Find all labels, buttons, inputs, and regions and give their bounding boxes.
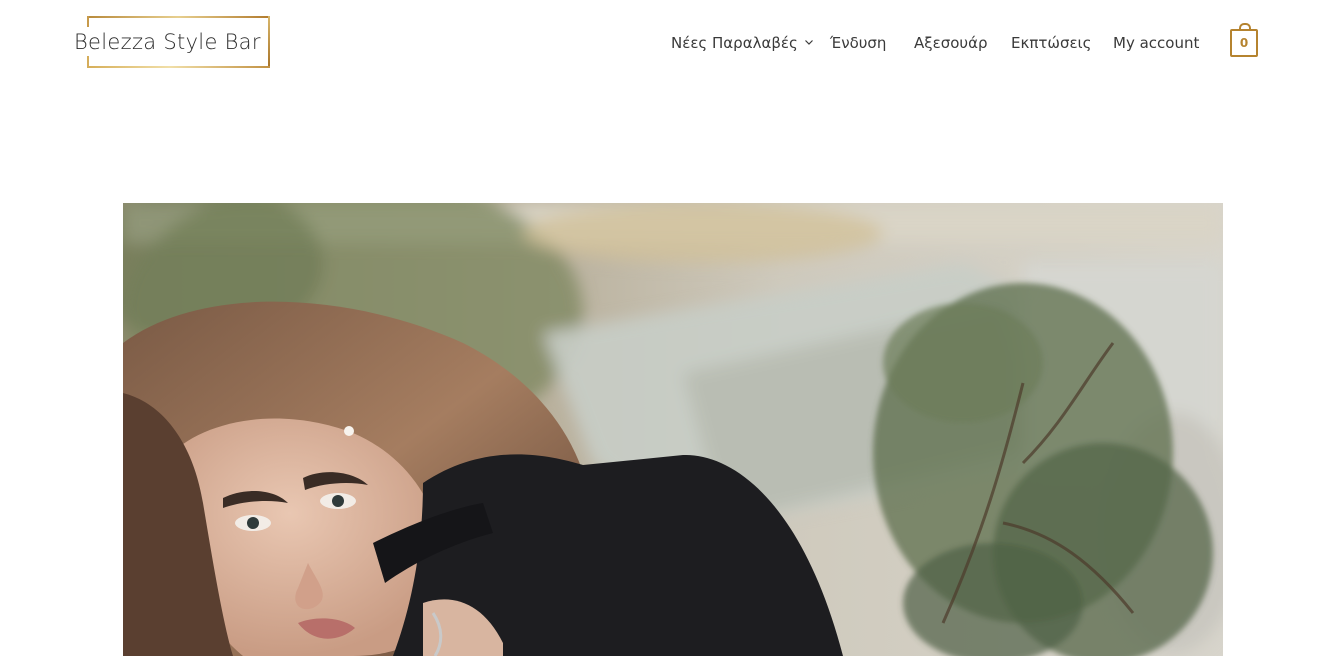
nav-item-label: My account [1113, 34, 1200, 52]
nav-item-label: Αξεσουάρ [914, 34, 988, 52]
primary-navigation: Νέες Παραλαβές Ένδυση Αξεσουάρ Εκπτώσεις… [0, 30, 1337, 56]
chevron-down-icon [804, 40, 813, 45]
nav-item-accessories[interactable]: Αξεσουάρ [914, 30, 988, 56]
nav-item-new-arrivals[interactable]: Νέες Παραλαβές [671, 30, 814, 56]
nav-item-label: Εκπτώσεις [1011, 34, 1092, 52]
logo-frame [87, 16, 89, 27]
logo-frame [87, 56, 89, 68]
nav-item-clothing[interactable]: Ένδυση [830, 30, 886, 56]
nav-item-my-account[interactable]: My account [1113, 30, 1199, 56]
logo-frame [87, 66, 270, 68]
nav-item-label: Ένδυση [830, 34, 887, 52]
site-header: Belezza Style Bar Νέες Παραλαβές Ένδυση … [0, 0, 1337, 86]
hero-photo [123, 203, 1223, 656]
nav-item-label: Νέες Παραλαβές [671, 34, 798, 52]
hero-image [123, 203, 1223, 656]
cart-count: 0 [1230, 29, 1258, 57]
cart-button[interactable]: 0 [1230, 23, 1258, 58]
logo-frame [87, 16, 269, 18]
nav-item-sales[interactable]: Εκπτώσεις [1011, 30, 1091, 56]
